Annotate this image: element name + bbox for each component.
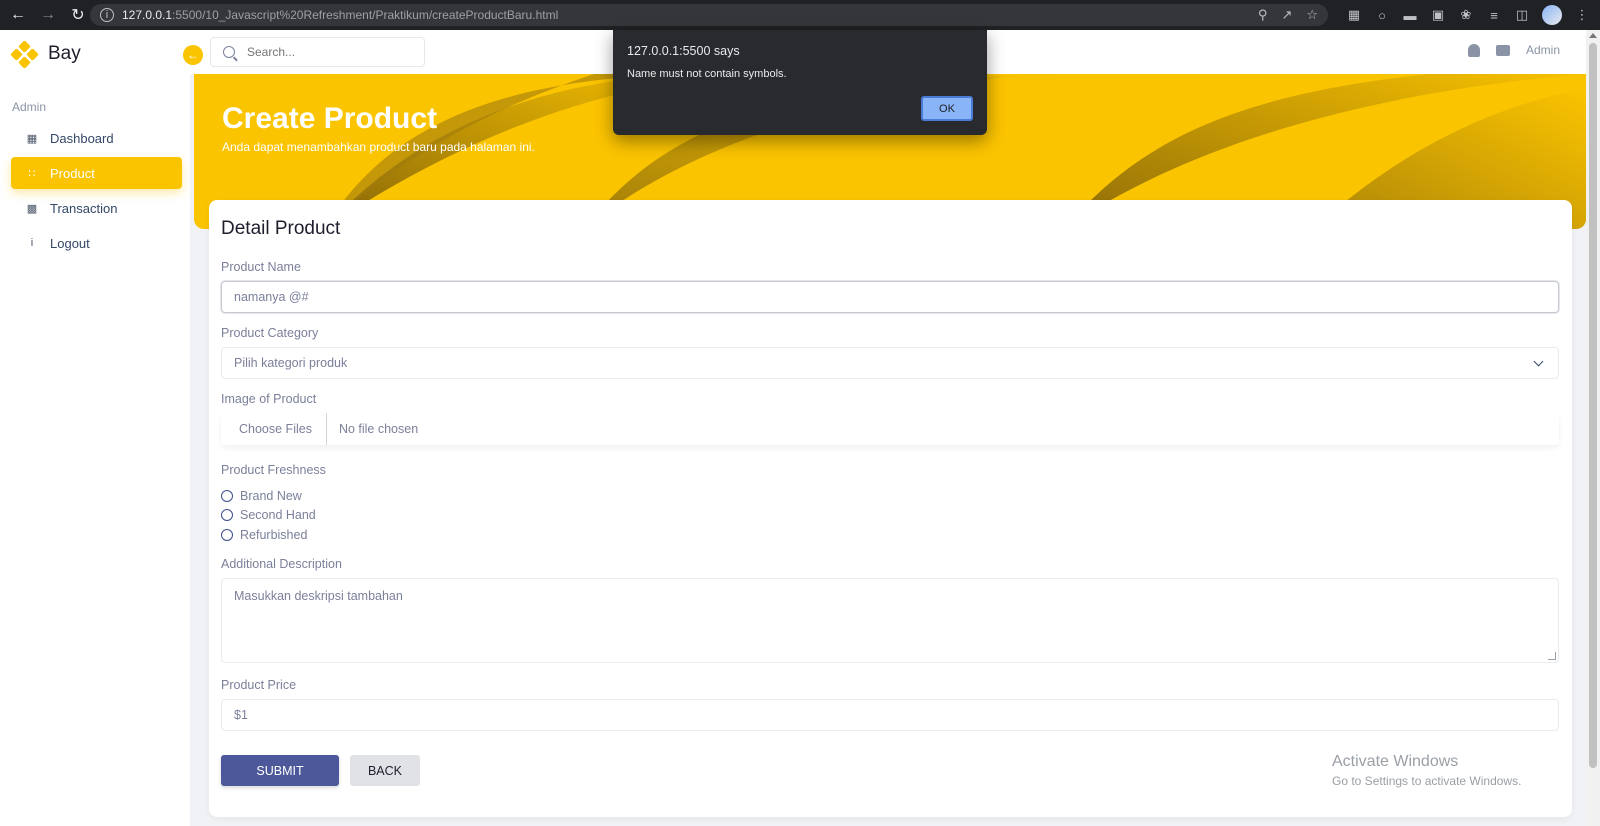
radio-refurbished[interactable]: Refurbished — [221, 528, 307, 542]
watermark-title: Activate Windows — [1332, 753, 1459, 770]
browser-toolbar: ← → ↻ i 127.0.0.1:5500/10_Javascript%20R… — [0, 0, 1600, 30]
radio-circle-icon[interactable] — [221, 509, 233, 521]
dialog-message: Name must not contain symbols. — [627, 68, 787, 80]
sidebar-item-label: Dashboard — [50, 130, 114, 146]
submit-button[interactable]: SUBMIT — [221, 755, 339, 786]
additional-description-textarea[interactable]: Masukkan deskripsi tambahan — [221, 578, 1559, 663]
product-category-select[interactable]: Pilih kategori produk — [221, 347, 1559, 379]
card-title: Detail Product — [221, 218, 341, 239]
product-image-label: Image of Product — [221, 392, 317, 406]
sidebar-item-transaction[interactable]: ▩ Transaction — [11, 192, 182, 224]
mail-icon[interactable] — [1495, 44, 1510, 56]
sidebar-collapse-button[interactable]: ← — [183, 45, 203, 65]
side-panel-icon[interactable]: ◫ — [1514, 7, 1530, 23]
product-freshness-label: Product Freshness — [221, 463, 326, 477]
zoom-icon[interactable]: ⚲ — [1258, 7, 1268, 23]
browser-menu-icon[interactable]: ⋮ — [1574, 7, 1590, 23]
profile-avatar[interactable] — [1542, 5, 1562, 25]
sidebar-item-logout[interactable]: i Logout — [11, 227, 182, 259]
product-price-input[interactable]: $1 — [221, 699, 1559, 731]
back-button[interactable]: BACK — [350, 755, 420, 786]
grid-icon: ▦ — [26, 132, 38, 145]
forward-arrow-icon[interactable]: → — [40, 6, 56, 24]
product-category-label: Product Category — [221, 326, 319, 340]
chevron-down-icon — [1533, 356, 1544, 367]
dark-extension-icon[interactable]: ▬ — [1402, 7, 1418, 23]
product-price-value: $1 — [234, 708, 248, 722]
search-input[interactable] — [247, 45, 407, 59]
product-price-label: Product Price — [221, 678, 297, 692]
brand-logo-icon — [10, 40, 39, 69]
watermark-subtitle: Go to Settings to activate Windows. — [1332, 774, 1522, 788]
sidebar: Bay Admin ▦ Dashboard ∷ Product ▩ Transa… — [0, 30, 190, 826]
page-subtitle: Anda dapat menambahkan product baru pada… — [222, 140, 535, 154]
radio-brand-new[interactable]: Brand New — [221, 489, 302, 503]
radio-label: Brand New — [240, 489, 302, 503]
scroll-up-arrow-icon[interactable] — [1589, 33, 1597, 38]
bookmark-star-icon[interactable]: ☆ — [1306, 7, 1318, 23]
radio-label: Second Hand — [240, 508, 316, 522]
dialog-origin: 127.0.0.1:5500 says — [627, 44, 740, 58]
brand-name: Bay — [48, 43, 81, 64]
address-bar[interactable]: i 127.0.0.1:5500/10_Javascript%20Refresh… — [90, 4, 1328, 26]
additional-description-label: Additional Description — [221, 557, 342, 571]
product-image-file-input[interactable]: Choose Files No file chosen — [221, 413, 1559, 445]
dialog-ok-button[interactable]: OK — [921, 96, 973, 121]
product-category-value: Pilih kategori produk — [234, 356, 348, 370]
extensions-puzzle-icon[interactable]: ❀ — [1458, 7, 1474, 23]
product-name-input[interactable]: namanya @# — [221, 281, 1559, 313]
color-extension-icon[interactable]: ○ — [1374, 7, 1390, 23]
windows-activation-watermark: Activate Windows Go to Settings to activ… — [1332, 753, 1521, 788]
info-icon: i — [30, 237, 34, 249]
page-title: Create Product — [222, 102, 438, 135]
alert-dialog: 127.0.0.1:5500 says Name must not contai… — [613, 30, 987, 135]
translate-extension-icon[interactable]: ▦ — [1346, 7, 1362, 23]
radio-circle-icon[interactable] — [221, 529, 233, 541]
resize-grip-icon[interactable] — [1548, 652, 1556, 660]
sidebar-item-label: Product — [50, 165, 95, 181]
brand[interactable]: Bay — [10, 40, 81, 69]
back-arrow-icon[interactable]: ← — [10, 6, 26, 24]
reload-icon[interactable]: ↻ — [70, 5, 86, 25]
user-name[interactable]: Admin — [1526, 43, 1560, 57]
wallet-icon: ▩ — [26, 202, 38, 215]
product-form-card: Detail Product Product Name namanya @# P… — [209, 200, 1572, 817]
radio-label: Refurbished — [240, 528, 308, 542]
product-icon: ∷ — [28, 167, 36, 180]
sidebar-nav: ▦ Dashboard ∷ Product ▩ Transaction i Lo… — [11, 122, 182, 262]
product-name-value: namanya @# — [234, 290, 309, 304]
radio-second-hand[interactable]: Second Hand — [221, 508, 316, 522]
site-info-icon[interactable]: i — [100, 8, 114, 22]
file-status: No file chosen — [338, 422, 419, 436]
clipboard-extension-icon[interactable]: ▣ — [1430, 7, 1446, 23]
description-placeholder: Masukkan deskripsi tambahan — [234, 589, 403, 603]
sidebar-item-product[interactable]: ∷ Product — [11, 157, 182, 189]
scrollbar-thumb[interactable] — [1589, 43, 1597, 768]
page-scrollbar[interactable] — [1586, 30, 1600, 826]
url-text: 127.0.0.1:5500/10_Javascript%20Refreshme… — [122, 8, 559, 22]
reading-list-icon[interactable]: ≡ — [1486, 7, 1502, 23]
sidebar-item-label: Transaction — [50, 200, 118, 216]
choose-files-button[interactable]: Choose Files — [221, 413, 327, 445]
radio-circle-icon[interactable] — [221, 490, 233, 502]
sidebar-section-label: Admin — [12, 100, 47, 114]
share-icon[interactable]: ↗ — [1281, 7, 1292, 23]
bell-icon[interactable] — [1467, 43, 1480, 57]
sidebar-item-dashboard[interactable]: ▦ Dashboard — [11, 122, 182, 154]
search-box[interactable] — [210, 37, 425, 67]
sidebar-item-label: Logout — [50, 235, 90, 251]
product-name-label: Product Name — [221, 260, 301, 274]
search-icon — [223, 46, 235, 58]
